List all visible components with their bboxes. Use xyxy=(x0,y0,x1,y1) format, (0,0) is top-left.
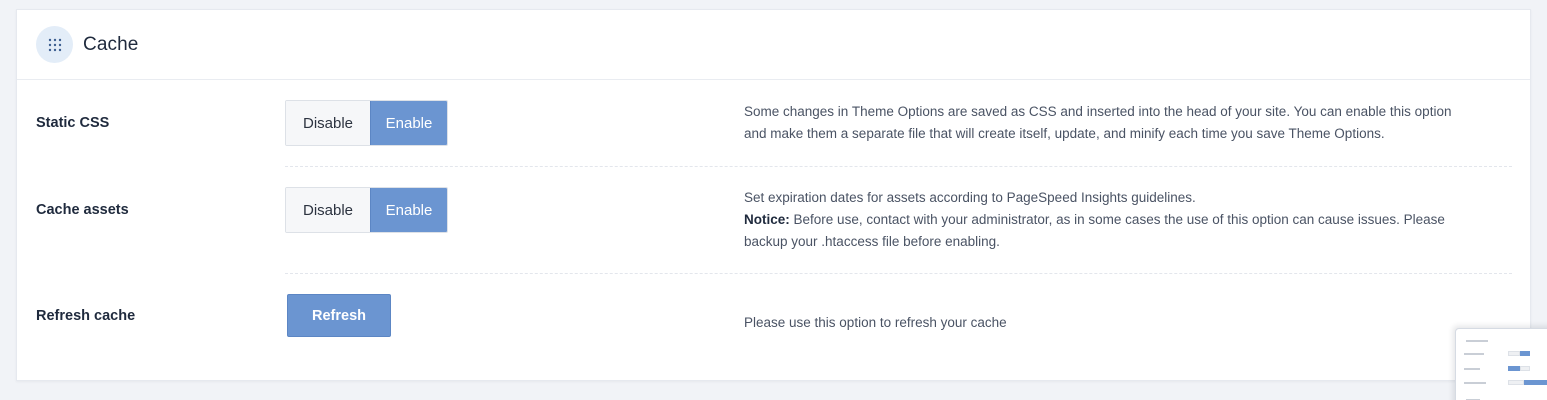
cache-assets-enable-button[interactable]: Enable xyxy=(370,188,447,232)
panel-header: Cache xyxy=(17,10,1530,80)
refresh-cache-row: Refresh cache Refresh Please use this op… xyxy=(17,274,1530,380)
notice-label: Notice: xyxy=(744,212,790,227)
notice-text: Before use, contact with your administra… xyxy=(793,212,1445,227)
static-css-disable-button[interactable]: Disable xyxy=(286,101,370,145)
cache-assets-label: Cache assets xyxy=(36,202,129,218)
static-css-toggle: Disable Enable xyxy=(285,100,448,146)
cache-assets-description-line: Set expiration dates for assets accordin… xyxy=(744,190,1196,205)
static-css-label: Static CSS xyxy=(36,115,110,131)
static-css-row: Static CSS Disable Enable Some changes i… xyxy=(17,81,1530,167)
panel-title: Cache xyxy=(83,33,139,55)
cache-assets-disable-button[interactable]: Disable xyxy=(286,188,370,232)
cache-panel: Cache Static CSS Disable Enable Some cha… xyxy=(16,9,1531,381)
cache-assets-description: Set expiration dates for assets accordin… xyxy=(744,187,1514,253)
static-css-enable-button[interactable]: Enable xyxy=(370,101,447,145)
preview-thumbnail[interactable] xyxy=(1455,328,1547,400)
cache-assets-notice: Notice: Before use, contact with your ad… xyxy=(744,209,1514,231)
static-css-description-line: Some changes in Theme Options are saved … xyxy=(744,104,1452,119)
static-css-description-line: and make them a separate file that will … xyxy=(744,126,1385,141)
refresh-button[interactable]: Refresh xyxy=(287,294,391,337)
refresh-cache-label: Refresh cache xyxy=(36,308,136,324)
static-css-description: Some changes in Theme Options are saved … xyxy=(744,101,1514,145)
grid-dots-icon xyxy=(36,26,73,63)
cache-assets-description-line: backup your .htaccess file before enabli… xyxy=(744,234,1000,249)
cache-assets-toggle: Disable Enable xyxy=(285,187,448,233)
refresh-cache-description: Please use this option to refresh your c… xyxy=(744,315,1007,330)
cache-assets-row: Cache assets Disable Enable Set expirati… xyxy=(17,167,1530,274)
